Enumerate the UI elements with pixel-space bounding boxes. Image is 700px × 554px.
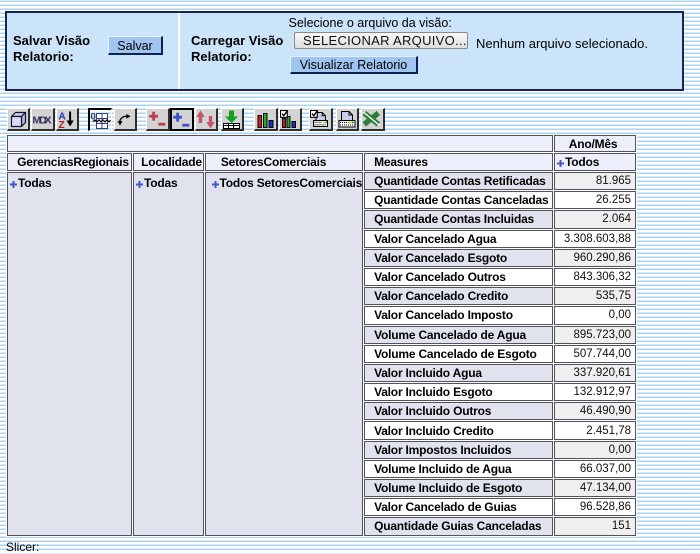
svg-text:MDX: MDX — [33, 115, 52, 127]
svg-text:Z: Z — [59, 120, 65, 129]
